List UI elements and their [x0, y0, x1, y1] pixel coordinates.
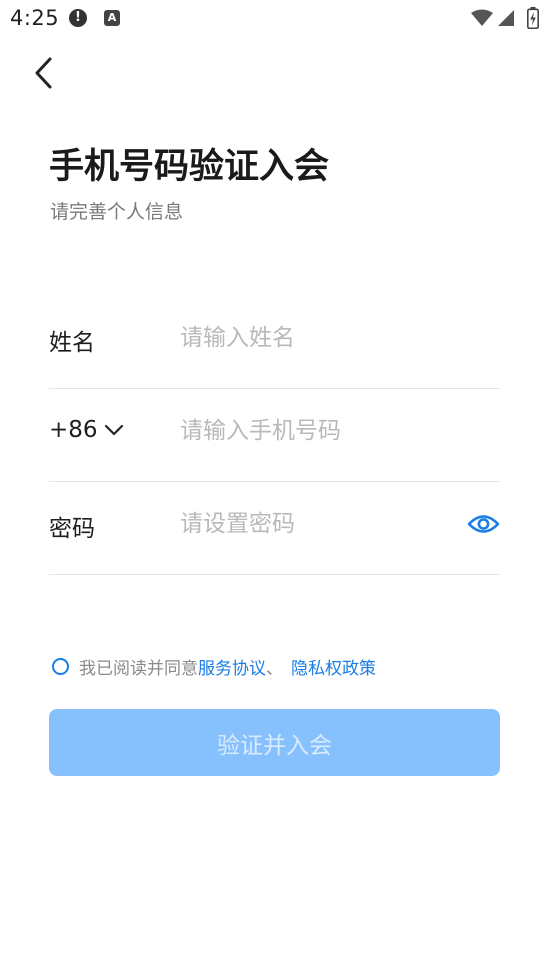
password-row: 密码 — [49, 482, 500, 575]
chevron-left-icon — [35, 57, 52, 89]
a-badge-icon: A — [104, 10, 120, 26]
chevron-down-icon — [104, 424, 123, 436]
page-subtitle: 请完善个人信息 — [50, 201, 184, 223]
alert-icon: ! — [69, 9, 87, 27]
terms-of-service-link[interactable]: 服务协议 — [198, 654, 266, 679]
eye-icon — [467, 515, 500, 533]
page-title: 手机号码验证入会 — [49, 147, 330, 187]
submit-button[interactable]: 验证并入会 — [49, 709, 500, 776]
password-visibility-toggle[interactable] — [467, 510, 500, 538]
password-input[interactable] — [180, 506, 450, 542]
phone-input[interactable] — [180, 413, 450, 449]
status-time: 4:25 — [10, 6, 60, 30]
country-code-selector[interactable]: +86 — [49, 415, 124, 445]
name-input[interactable] — [180, 320, 450, 356]
name-label: 姓名 — [49, 330, 95, 356]
wifi-icon — [471, 9, 493, 26]
privacy-policy-link[interactable]: 隐私权政策 — [291, 654, 376, 679]
agreement: 我已阅读并同意 服务协议 、 隐私权政策 — [52, 654, 376, 679]
agreement-separator: 、 — [266, 658, 283, 679]
country-code-value: +86 — [49, 417, 98, 443]
password-label: 密码 — [49, 516, 95, 542]
agreement-checkbox[interactable] — [52, 657, 69, 675]
battery-charging-icon — [527, 7, 539, 29]
name-row: 姓名 — [49, 296, 500, 389]
status-bar: 4:25 ! A — [0, 0, 549, 36]
phone-row: +86 — [49, 389, 500, 482]
registration-screen: 4:25 ! A 手机号码验证入会 请完善个人信息 姓名 +86 — [0, 0, 549, 977]
signal-icon — [498, 10, 514, 26]
back-button[interactable] — [28, 54, 62, 92]
agreement-text: 我已阅读并同意 — [79, 658, 198, 679]
